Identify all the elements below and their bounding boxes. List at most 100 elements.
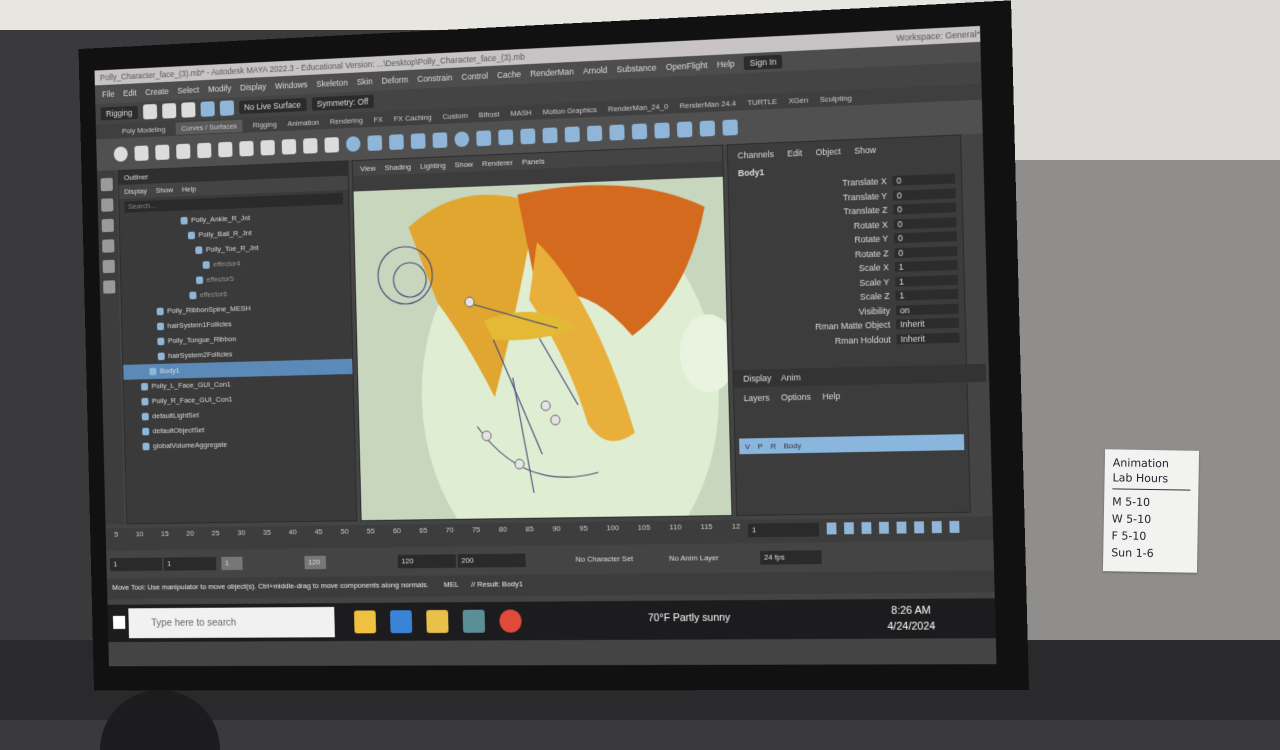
folder-icon[interactable] <box>426 610 448 633</box>
mel-label[interactable]: MEL <box>444 580 459 589</box>
range-handle-end[interactable]: 120 <box>304 556 326 569</box>
snap-grid-icon[interactable] <box>219 100 233 116</box>
circle-curve-icon[interactable] <box>114 146 128 162</box>
attr-value[interactable]: 0 <box>892 174 955 186</box>
square-curve-icon[interactable] <box>134 145 148 161</box>
menu-file[interactable]: File <box>102 89 115 99</box>
magnet-snap-icon[interactable] <box>200 101 214 117</box>
tab-xgen[interactable]: XGen <box>788 95 808 105</box>
layer-visibility-toggle[interactable]: V <box>745 442 750 451</box>
menu-openflight[interactable]: OpenFlight <box>666 60 708 72</box>
tab-display-layers[interactable]: Display <box>743 373 771 383</box>
vp-menu-lighting[interactable]: Lighting <box>420 161 446 171</box>
tab-fx[interactable]: FX <box>374 115 383 124</box>
attr-value[interactable]: Inherit <box>897 332 960 344</box>
windows-start-icon[interactable] <box>113 616 125 629</box>
nurbs-torus-icon[interactable] <box>454 131 469 147</box>
ep-curve-icon[interactable] <box>176 144 190 160</box>
layer-playback-toggle[interactable]: P <box>758 442 763 451</box>
outliner-menu-show[interactable]: Show <box>156 186 174 195</box>
maya-app-icon[interactable] <box>463 610 486 633</box>
menu-substance[interactable]: Substance <box>616 63 656 75</box>
menu-constrain[interactable]: Constrain <box>417 73 452 84</box>
tab-custom[interactable]: Custom <box>442 111 467 121</box>
birail-icon[interactable] <box>565 126 580 142</box>
playback-start-field[interactable]: 1 <box>164 557 217 571</box>
nurbs-plane-icon[interactable] <box>432 132 447 148</box>
rotate-tool-icon[interactable] <box>103 260 115 273</box>
menu-skeleton[interactable]: Skeleton <box>316 78 348 89</box>
nurbs-cylinder-icon[interactable] <box>389 134 404 150</box>
tab-turtle[interactable]: TURTLE <box>747 97 777 107</box>
lasso-tool-icon[interactable] <box>101 198 113 212</box>
menu-deform[interactable]: Deform <box>381 75 408 86</box>
untrim-icon[interactable] <box>722 119 738 135</box>
menu-create[interactable]: Create <box>145 86 169 96</box>
tab-fx-caching[interactable]: FX Caching <box>394 112 432 122</box>
layer-menu-help[interactable]: Help <box>822 391 840 401</box>
arc-tool-icon[interactable] <box>218 142 232 158</box>
menu-edit[interactable]: Edit <box>123 88 137 98</box>
attr-value[interactable]: 0 <box>894 217 957 229</box>
attr-value[interactable]: 0 <box>893 203 956 215</box>
attach-curves-icon[interactable] <box>260 140 275 156</box>
live-surface-field[interactable]: No Live Surface <box>239 98 307 114</box>
tab-animation[interactable]: Animation <box>287 118 319 128</box>
nurbs-sphere-icon[interactable] <box>346 136 361 152</box>
revolve-icon[interactable] <box>476 130 491 146</box>
attr-value[interactable]: Inherit <box>896 318 959 330</box>
intersect-icon[interactable] <box>677 121 693 137</box>
tab-rigging[interactable]: Rigging <box>253 119 277 129</box>
workspace-dropdown[interactable]: General* <box>945 29 980 41</box>
fps-dropdown[interactable]: 24 fps <box>760 550 822 564</box>
go-to-start-icon[interactable] <box>827 522 837 534</box>
viewport-panel[interactable]: View Shading Lighting Show Renderer Pane… <box>352 144 733 521</box>
menu-cache[interactable]: Cache <box>497 69 521 80</box>
vp-menu-shading[interactable]: Shading <box>384 162 411 172</box>
play-forwards-icon[interactable] <box>896 522 906 534</box>
taskbar-search[interactable]: Type here to search <box>128 607 335 638</box>
attr-value[interactable]: 1 <box>895 260 958 272</box>
symmetry-dropdown[interactable]: Symmetry: Off <box>311 95 373 111</box>
display-layer-row[interactable]: V P R Body <box>739 434 964 454</box>
chrome-icon[interactable] <box>499 609 522 632</box>
cb-menu-object[interactable]: Object <box>816 146 841 157</box>
outliner-menu-help[interactable]: Help <box>182 185 197 194</box>
anim-layer-dropdown[interactable]: No Anim Layer <box>665 551 745 566</box>
attr-value[interactable]: 0 <box>893 188 956 200</box>
step-forward-frame-icon[interactable] <box>914 521 924 533</box>
file-explorer-icon[interactable] <box>354 610 376 633</box>
step-back-key-icon[interactable] <box>844 522 854 534</box>
attr-value[interactable]: 0 <box>894 231 957 243</box>
attr-value[interactable]: 1 <box>895 275 958 287</box>
playback-end-field[interactable]: 120 <box>398 554 456 568</box>
vp-menu-view[interactable]: View <box>360 163 376 172</box>
vp-menu-panels[interactable]: Panels <box>522 156 545 166</box>
menu-help[interactable]: Help <box>717 59 735 70</box>
cb-menu-edit[interactable]: Edit <box>787 148 802 158</box>
tab-curves-surfaces[interactable]: Curves / Surfaces <box>176 119 243 134</box>
step-back-frame-icon[interactable] <box>861 522 871 534</box>
menu-display[interactable]: Display <box>240 82 266 93</box>
tab-sculpting[interactable]: Sculpting <box>820 93 852 103</box>
tab-anim-layers[interactable]: Anim <box>781 372 801 382</box>
step-forward-key-icon[interactable] <box>932 521 942 533</box>
trim-icon[interactable] <box>700 120 716 136</box>
tab-mash[interactable]: MASH <box>510 108 532 118</box>
bevel-icon[interactable] <box>587 125 602 141</box>
sign-in-button[interactable]: Sign In <box>744 55 783 71</box>
new-scene-icon[interactable] <box>143 104 157 120</box>
tab-rendering[interactable]: Rendering <box>330 116 363 126</box>
menu-renderman[interactable]: RenderMan <box>530 67 574 79</box>
select-tool-icon[interactable] <box>101 178 113 192</box>
range-handle-start[interactable]: 1 <box>221 557 242 570</box>
go-to-end-icon[interactable] <box>949 521 959 533</box>
attr-value[interactable]: 0 <box>894 246 957 258</box>
loft-icon[interactable] <box>498 129 513 145</box>
move-tool-icon[interactable] <box>102 239 114 252</box>
menu-select[interactable]: Select <box>177 85 199 95</box>
menu-modify[interactable]: Modify <box>208 83 232 94</box>
menu-skin[interactable]: Skin <box>357 77 373 87</box>
bezier-curve-icon[interactable] <box>239 141 253 157</box>
vp-menu-show[interactable]: Show <box>455 159 473 168</box>
